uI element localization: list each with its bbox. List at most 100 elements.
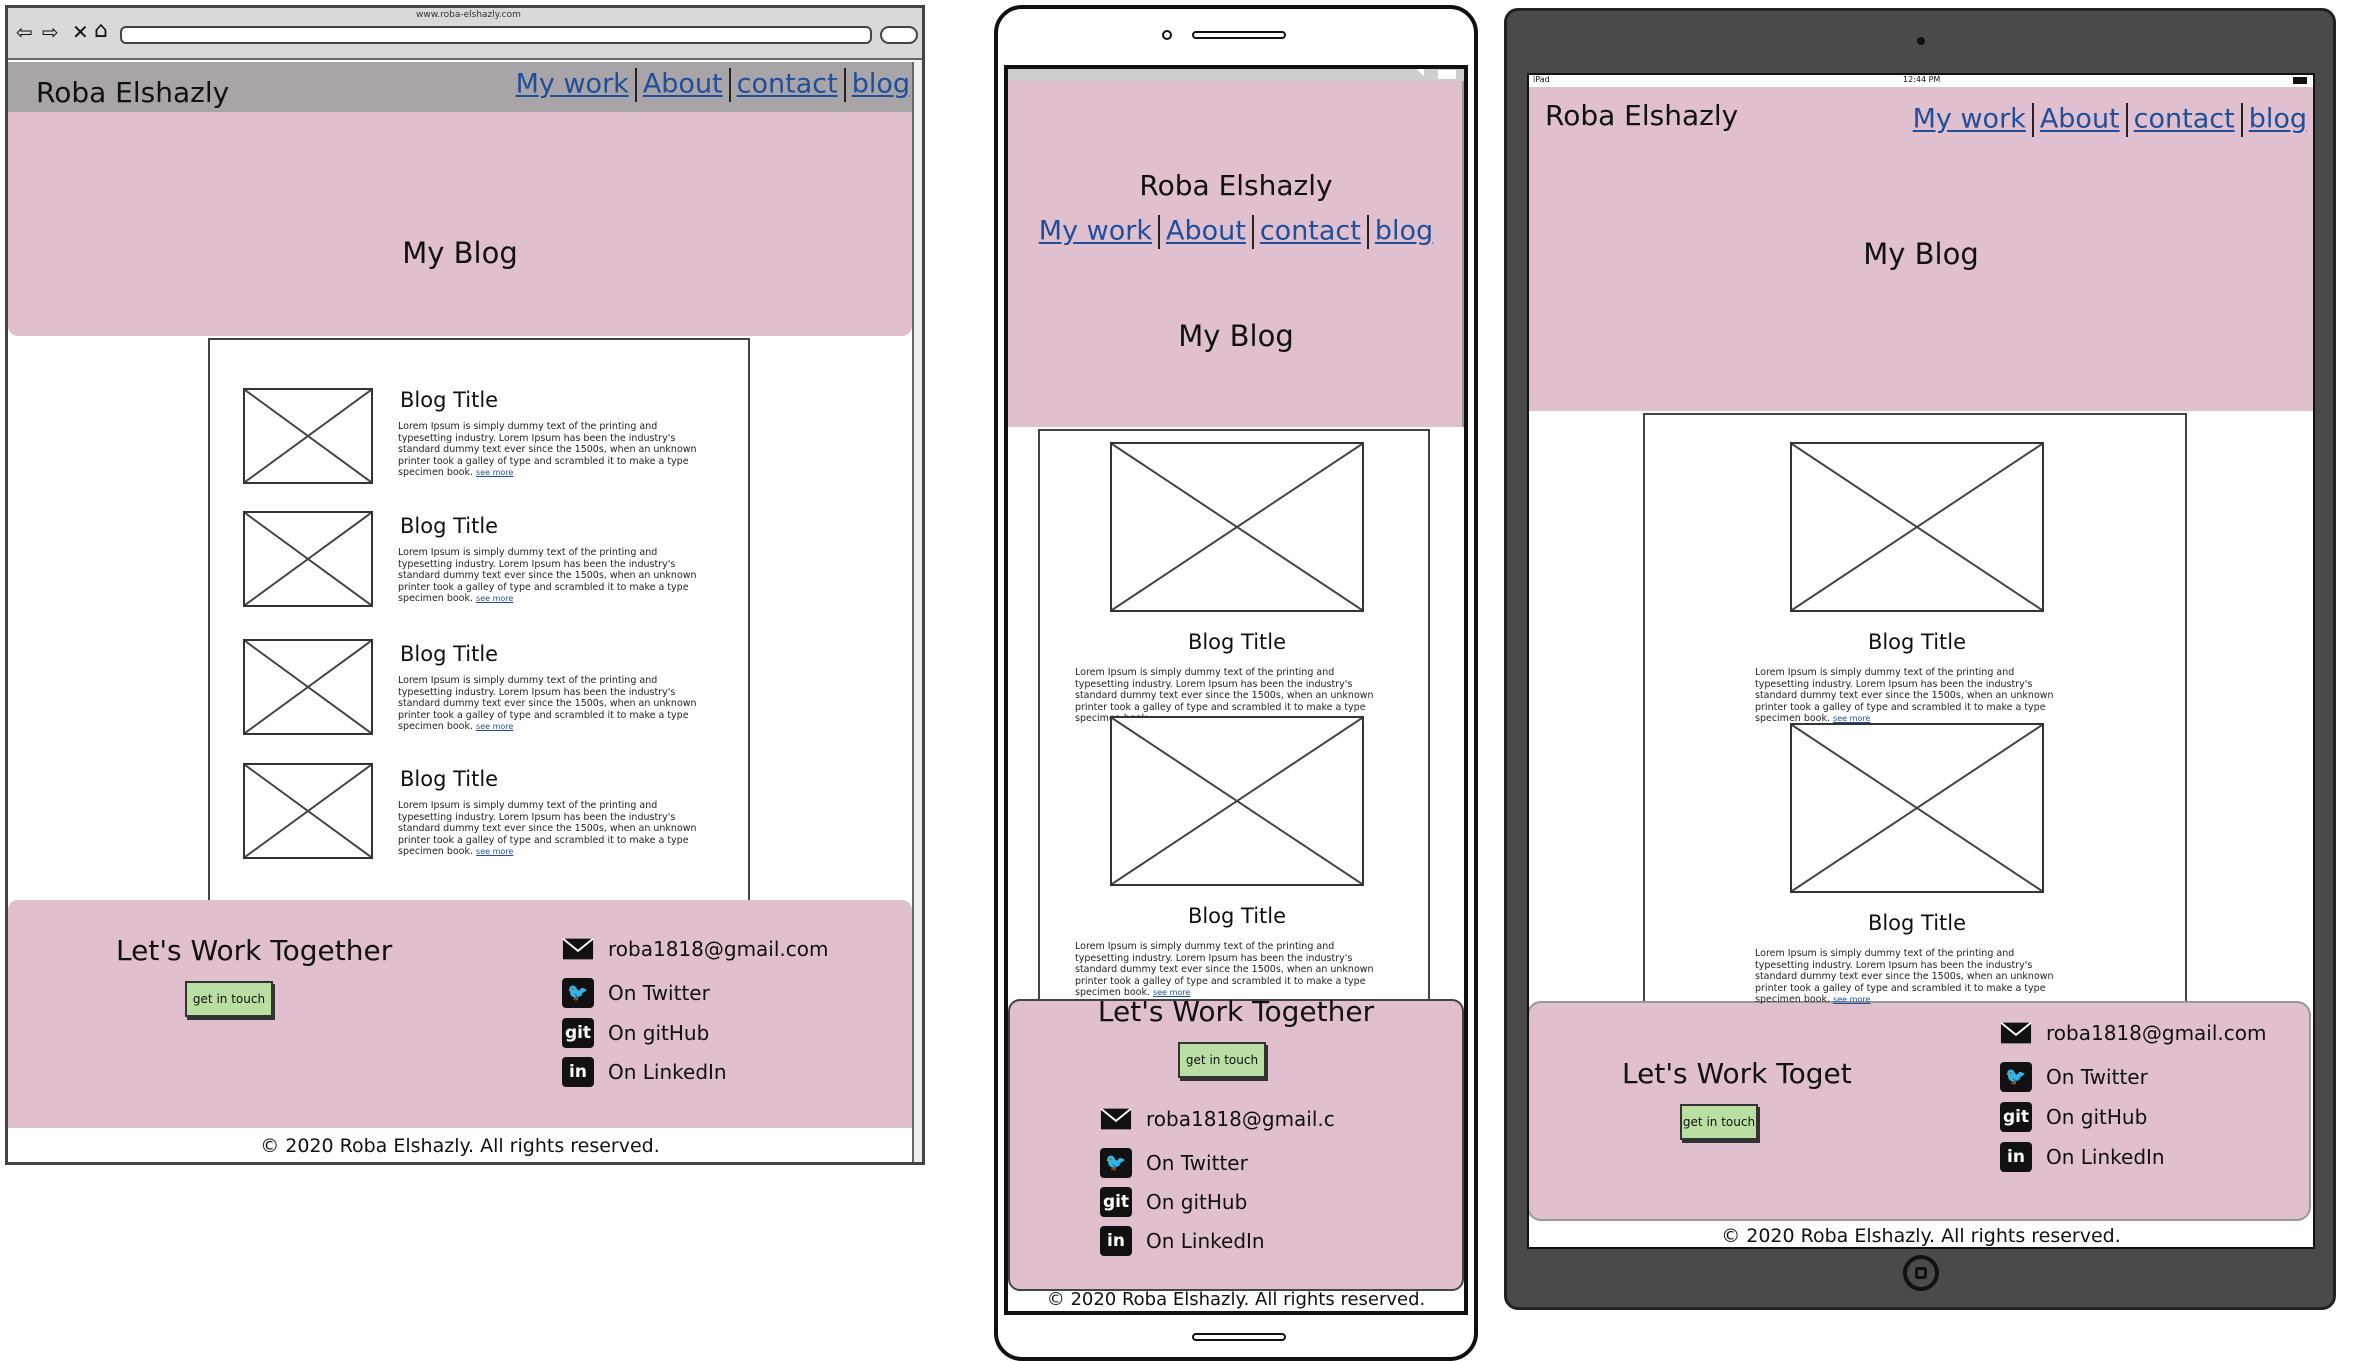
post-title: Blog Title	[1867, 911, 1967, 935]
post-text-body: Lorem Ipsum is simply dummy text of the …	[398, 675, 697, 732]
mobile-email-row: roba1818@gmail.c	[1100, 1104, 1335, 1134]
tablet-github-text[interactable]: On gitHub	[2046, 1105, 2147, 1129]
twitter-icon: 🐦	[1100, 1148, 1132, 1178]
mobile-twitter-row: 🐦 On Twitter	[1100, 1148, 1248, 1178]
scrollbar[interactable]	[912, 62, 922, 1162]
image-placeholder	[1790, 442, 2044, 612]
tablet-get-in-touch-button[interactable]: get in touch	[1680, 1104, 1758, 1140]
github-icon: git	[2000, 1102, 2032, 1132]
image-placeholder	[243, 763, 373, 859]
mobile-email-text[interactable]: roba1818@gmail.c	[1146, 1107, 1335, 1131]
site-name: Roba Elshazly	[36, 76, 230, 109]
hero-title: My Blog	[402, 236, 518, 270]
mobile-site-name: Roba Elshazly	[1139, 169, 1333, 202]
tablet-status-bar: iPad 12:44 PM	[1529, 75, 2313, 87]
contact-heading: Let's Work Together	[116, 934, 393, 967]
battery-icon	[2293, 77, 2307, 84]
post-text-body: Lorem Ipsum is simply dummy text of the …	[398, 800, 697, 857]
battery-icon	[1438, 70, 1456, 79]
see-more-link[interactable]: see more	[1833, 995, 1870, 1004]
linkedin-text[interactable]: On LinkedIn	[608, 1060, 727, 1084]
post-title: Blog Title	[400, 767, 499, 791]
github-icon: git	[1100, 1187, 1132, 1217]
home-button-icon[interactable]	[1903, 1255, 1939, 1291]
nav-my-work[interactable]: My work	[516, 69, 629, 100]
tablet-site-name: Roba Elshazly	[1545, 99, 1739, 132]
post-text-body: Lorem Ipsum is simply dummy text of the …	[1075, 941, 1374, 998]
speaker-slot	[1192, 31, 1286, 39]
mobile-linkedin-text[interactable]: On LinkedIn	[1146, 1229, 1265, 1253]
post-text-body: Lorem Ipsum is simply dummy text of the …	[1755, 667, 2054, 724]
mobile-twitter-text[interactable]: On Twitter	[1146, 1151, 1248, 1175]
nav-contact[interactable]: contact	[737, 69, 838, 100]
mobile-get-in-touch-button[interactable]: get in touch	[1178, 1042, 1266, 1078]
linkedin-icon: in	[562, 1057, 594, 1087]
post-text: Lorem Ipsum is simply dummy text of the …	[398, 421, 708, 479]
tablet-twitter-text[interactable]: On Twitter	[2046, 1065, 2148, 1089]
tablet-linkedin-text[interactable]: On LinkedIn	[2046, 1145, 2165, 1169]
home-icon[interactable]: ⌂	[94, 18, 108, 43]
tablet-email-row: roba1818@gmail.com	[2000, 1018, 2267, 1048]
tablet-contact-heading: Let's Work Toget	[1622, 1057, 1852, 1090]
tablet-nav: My work About contact blog	[1913, 103, 2307, 137]
tablet-nav-my-work[interactable]: My work	[1913, 104, 2026, 135]
mobile-linkedin-row: in On LinkedIn	[1100, 1226, 1265, 1256]
twitter-icon: 🐦	[2000, 1062, 2032, 1092]
back-arrow-icon[interactable]: ⇦	[16, 20, 33, 44]
mobile-nav-blog[interactable]: blog	[1375, 216, 1433, 247]
mobile-github-text[interactable]: On gitHub	[1146, 1190, 1247, 1214]
home-bar	[1192, 1333, 1286, 1341]
linkedin-icon: in	[2000, 1142, 2032, 1172]
tablet-device-label: iPad	[1533, 75, 1550, 84]
tablet-wireframe: iPad 12:44 PM Roba Elshazly My work About…	[1504, 8, 2336, 1310]
mobile-github-row: git On gitHub	[1100, 1187, 1247, 1217]
mail-icon	[562, 934, 594, 964]
get-in-touch-button[interactable]: get in touch	[185, 981, 273, 1017]
mobile-nav-my-work[interactable]: My work	[1039, 216, 1152, 247]
address-bar[interactable]	[120, 26, 872, 44]
close-icon[interactable]: ✕	[72, 20, 89, 44]
linkedin-row: in On LinkedIn	[562, 1057, 727, 1087]
email-text[interactable]: roba1818@gmail.com	[608, 937, 829, 961]
forward-arrow-icon[interactable]: ⇨	[42, 20, 59, 44]
github-icon: git	[562, 1018, 594, 1048]
tablet-time: 12:44 PM	[1903, 75, 1941, 84]
tablet-nav-blog[interactable]: blog	[2249, 104, 2307, 135]
image-placeholder	[243, 639, 373, 735]
camera-dot	[1162, 30, 1172, 40]
post-title: Blog Title	[1867, 630, 1967, 654]
tablet-nav-contact[interactable]: contact	[2134, 104, 2235, 135]
see-more-link[interactable]: see more	[476, 722, 513, 731]
desktop-nav: My work About contact blog	[516, 68, 910, 102]
mobile-status-bar: ◥	[1008, 69, 1464, 81]
see-more-link[interactable]: see more	[476, 594, 513, 603]
twitter-row: 🐦 On Twitter	[562, 978, 710, 1008]
twitter-text[interactable]: On Twitter	[608, 981, 710, 1005]
mobile-nav-contact[interactable]: contact	[1260, 216, 1361, 247]
post-title: Blog Title	[400, 388, 499, 412]
post-text-body: Lorem Ipsum is simply dummy text of the …	[398, 547, 697, 604]
image-placeholder	[1110, 442, 1364, 612]
post-text: Lorem Ipsum is simply dummy text of the …	[398, 800, 708, 858]
tablet-email-text[interactable]: roba1818@gmail.com	[2046, 1021, 2267, 1045]
linkedin-icon: in	[1100, 1226, 1132, 1256]
see-more-link[interactable]: see more	[476, 468, 513, 477]
see-more-link[interactable]: see more	[1833, 714, 1870, 723]
tablet-hero-title: My Blog	[1863, 237, 1979, 271]
tablet-hero: Roba Elshazly My work About contact blog My…	[1529, 87, 2313, 411]
mobile-nav-about[interactable]: About	[1166, 216, 1246, 247]
mail-icon	[1100, 1104, 1132, 1134]
post-text: Lorem Ipsum is simply dummy text of the …	[1755, 667, 2065, 725]
github-text[interactable]: On gitHub	[608, 1021, 709, 1045]
see-more-link[interactable]: see more	[476, 847, 513, 856]
tablet-nav-about[interactable]: About	[2040, 104, 2120, 135]
post-title: Blog Title	[400, 642, 499, 666]
nav-about[interactable]: About	[643, 69, 723, 100]
tablet-footer: © 2020 Roba Elshazly. All rights reserve…	[1721, 1225, 2121, 1247]
search-icon[interactable]	[880, 26, 918, 44]
mobile-footer: © 2020 Roba Elshazly. All rights reserve…	[1046, 1289, 1426, 1310]
nav-blog[interactable]: blog	[852, 69, 910, 100]
post-text: Lorem Ipsum is simply dummy text of the …	[398, 547, 708, 605]
url-text: www.roba-elshazly.com	[416, 10, 521, 20]
email-row: roba1818@gmail.com	[562, 934, 829, 964]
